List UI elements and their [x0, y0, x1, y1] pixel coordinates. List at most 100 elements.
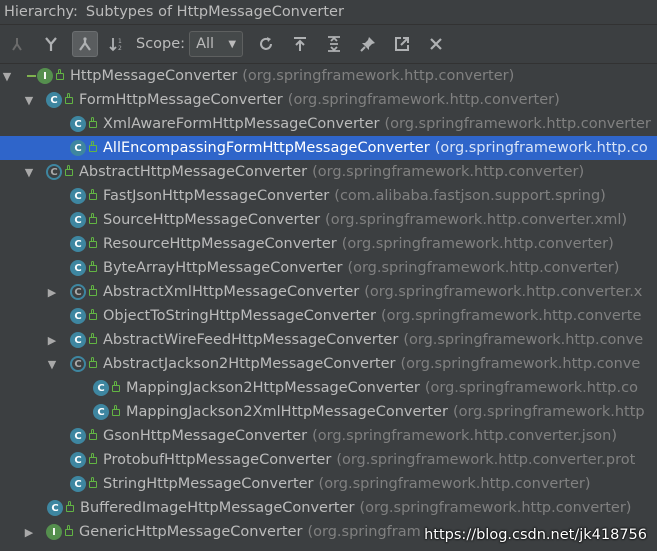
tree-item-package: (org.springframework.http.converter.prot — [336, 452, 636, 468]
tree-expand-arrow[interactable]: ▼ — [24, 94, 34, 107]
tree-row[interactable]: C MappingJackson2XmlHttpMessageConverter… — [0, 400, 657, 424]
tree-row[interactable]: ▼ C FormHttpMessageConverter (org.spring… — [0, 88, 657, 112]
title-label: Hierarchy: — [4, 4, 78, 20]
class-icon: C — [47, 500, 63, 516]
pin-button[interactable] — [355, 31, 381, 57]
tree-item-package: (org.springframework.http.converter) — [318, 476, 591, 492]
tree-item-name: ByteArrayHttpMessageConverter — [103, 260, 343, 276]
tree-item-package: (org.springframework.http.converter.x — [364, 284, 643, 300]
tree-item-name: BufferedImageHttpMessageConverter — [80, 500, 355, 516]
hierarchy-tree: ▼ I HttpMessageConverter (org.springfram… — [0, 64, 657, 551]
tree-expand-arrow[interactable]: ▶ — [47, 334, 57, 347]
tree-row[interactable]: C ByteArrayHttpMessageConverter (org.spr… — [0, 256, 657, 280]
public-lock-icon — [112, 380, 120, 392]
tree-expand-arrow[interactable]: ▼ — [2, 70, 12, 83]
tree-item-name: FastJsonHttpMessageConverter — [103, 188, 330, 204]
tree-row[interactable]: C ObjectToStringHttpMessageConverter (or… — [0, 304, 657, 328]
tree-item-package: (org.springframework.http.converter) — [287, 92, 560, 108]
tree-item-package: (org.springframework.http — [452, 404, 645, 420]
close-icon — [430, 38, 442, 50]
tree-item-package: (org.springframework.http.co — [434, 140, 648, 156]
pin-icon — [360, 37, 376, 52]
public-lock-icon — [89, 140, 97, 152]
tree-row[interactable]: ▼ I HttpMessageConverter (org.springfram… — [0, 64, 657, 88]
tree-row[interactable]: C XmlAwareFormHttpMessageConverter (org.… — [0, 112, 657, 136]
tree-row[interactable]: C ResourceHttpMessageConverter (org.spri… — [0, 232, 657, 256]
tree-row-selected[interactable]: C AllEncompassingFormHttpMessageConverte… — [0, 136, 657, 160]
tree-item-package: (org.springframework.http.converter) — [312, 164, 585, 180]
type-hierarchy-button[interactable] — [4, 31, 30, 57]
tree-row[interactable]: C MappingJackson2HttpMessageConverter (o… — [0, 376, 657, 400]
watermark: https://blog.csdn.net/jk418756 — [424, 527, 647, 543]
class-icon: C — [70, 332, 86, 348]
public-lock-icon — [112, 404, 120, 416]
scope-label: Scope: — [136, 36, 186, 52]
tree-row[interactable]: ▼ C AbstractHttpMessageConverter (org.sp… — [0, 160, 657, 184]
tree-item-package: (org.springframework.http.co — [424, 380, 638, 396]
tree-item-name: GenericHttpMessageConverter — [79, 524, 303, 540]
tree-row[interactable]: ▼ C AbstractJackson2HttpMessageConverter… — [0, 352, 657, 376]
public-lock-icon — [89, 356, 97, 368]
class-icon: C — [70, 212, 86, 228]
tree-item-name: AllEncompassingFormHttpMessageConverter — [103, 140, 430, 156]
tree-expand-arrow[interactable]: ▶ — [47, 286, 57, 299]
class-icon: C — [70, 140, 86, 156]
tree-item-name: AbstractJackson2HttpMessageConverter — [103, 356, 396, 372]
class-icon: C — [93, 380, 109, 396]
tree-row[interactable]: C ProtobufHttpMessageConverter (org.spri… — [0, 448, 657, 472]
open-in-new-window-button[interactable] — [389, 31, 415, 57]
class-icon: C — [70, 428, 86, 444]
tree-item-package: (org.springframework.http.converter.xml) — [325, 212, 628, 228]
title-text: Subtypes of HttpMessageConverter — [85, 4, 344, 20]
tree-row[interactable]: C StringHttpMessageConverter (org.spring… — [0, 472, 657, 496]
tree-row[interactable]: ▶ C AbstractXmlHttpMessageConverter (org… — [0, 280, 657, 304]
close-button[interactable] — [423, 31, 449, 57]
public-lock-icon — [66, 500, 74, 512]
refresh-button[interactable] — [253, 31, 279, 57]
tree-item-name: StringHttpMessageConverter — [103, 476, 314, 492]
tree-item-name: AbstractWireFeedHttpMessageConverter — [103, 332, 399, 348]
tree-item-name: ObjectToStringHttpMessageConverter — [103, 308, 377, 324]
tree-item-package: (org.springframework.http.converter) — [341, 236, 614, 252]
public-lock-icon — [89, 452, 97, 464]
tree-item-package: (org.springframework.http.conve — [403, 332, 644, 348]
public-lock-icon — [65, 164, 73, 176]
class-icon: C — [70, 236, 86, 252]
tree-item-name: ProtobufHttpMessageConverter — [103, 452, 332, 468]
tree-row[interactable]: ▶ C AbstractWireFeedHttpMessageConverter… — [0, 328, 657, 352]
tree-row[interactable]: C SourceHttpMessageConverter (org.spring… — [0, 208, 657, 232]
sort-alphabetically-button[interactable]: 12 — [104, 31, 130, 57]
interface-icon: I — [27, 68, 53, 84]
tree-expand-arrow[interactable]: ▼ — [47, 358, 57, 371]
scope-dropdown[interactable]: All ▼ — [189, 31, 244, 57]
tree-item-package: (com.alibaba.fastjson.support.spring) — [334, 188, 606, 204]
type-hierarchy-icon — [12, 38, 22, 51]
export-button[interactable] — [287, 31, 313, 57]
tree-row[interactable]: C GsonHttpMessageConverter (org.springfr… — [0, 424, 657, 448]
refresh-icon — [260, 37, 273, 50]
class-icon: C — [46, 92, 62, 108]
svg-text:1: 1 — [118, 38, 122, 45]
expand-all-icon — [328, 36, 341, 52]
class-icon: C — [70, 308, 86, 324]
subtypes-button[interactable] — [72, 31, 98, 57]
tree-item-name: AbstractXmlHttpMessageConverter — [103, 284, 360, 300]
public-lock-icon — [89, 236, 97, 248]
tree-row[interactable]: C FastJsonHttpMessageConverter (com.alib… — [0, 184, 657, 208]
tree-expand-arrow[interactable]: ▼ — [24, 166, 34, 179]
expand-all-button[interactable] — [321, 31, 347, 57]
tree-item-name: SourceHttpMessageConverter — [103, 212, 321, 228]
export-icon — [294, 37, 307, 51]
public-lock-icon — [89, 188, 97, 200]
tree-item-name: HttpMessageConverter — [70, 68, 238, 84]
public-lock-icon — [89, 308, 97, 320]
public-lock-icon — [56, 68, 64, 80]
tree-row[interactable]: C BufferedImageHttpMessageConverter (org… — [0, 496, 657, 520]
supertypes-button[interactable] — [38, 31, 64, 57]
public-lock-icon — [65, 92, 73, 104]
public-lock-icon — [89, 284, 97, 296]
tree-item-name: MappingJackson2HttpMessageConverter — [126, 380, 420, 396]
tree-expand-arrow[interactable]: ▶ — [24, 526, 34, 539]
subtypes-icon — [79, 37, 91, 51]
tree-item-name: GsonHttpMessageConverter — [103, 428, 308, 444]
